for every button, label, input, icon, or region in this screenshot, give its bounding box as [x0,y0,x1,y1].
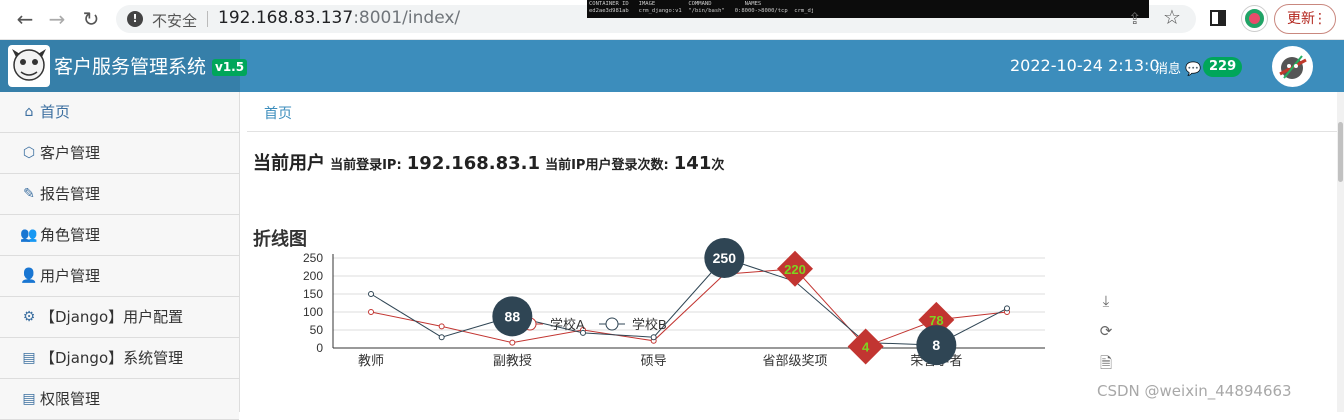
x-tick-label: 省部级奖项 [762,353,827,368]
edit-icon: ✎ [23,186,35,202]
sidebar-item-label: 客户管理 [40,144,101,162]
sidebar-item-home[interactable]: ⌂ 首页 [0,92,239,133]
data-point [509,339,516,346]
refresh-icon[interactable]: ⟳ [1097,322,1115,340]
y-tick-label: 200 [303,269,323,283]
sidebar-item-django-users[interactable]: ⚙ 【Django】用户配置 [0,297,239,338]
main-content: 首页 当前用户 当前登录IP: 192.168.83.1 当前IP用户登录次数:… [247,92,1337,412]
url-path: :8001/index/ [353,8,461,28]
legend-symbol [605,317,619,331]
users-icon: 👥 [20,227,38,243]
legend-label: 学校B [632,317,667,332]
download-icon[interactable]: ⤓ [1097,292,1115,310]
page-scrollbar[interactable] [1337,92,1344,412]
forward-button[interactable]: → [44,6,70,32]
sidebar-item-label: 首页 [40,103,71,121]
reload-button[interactable]: ↻ [78,6,104,32]
login-count-label: 当前IP用户登录次数: [545,158,669,173]
sidebar-item-label: 角色管理 [40,226,101,244]
marker-label: 250 [713,250,737,266]
legend-label: 学校A [550,317,585,332]
breadcrumb: 首页 [247,92,1337,132]
header-datetime: 2022-10-24 2:13:0 [1010,56,1160,75]
sidebar-item-permissions[interactable]: ▤ 权限管理 [0,379,239,420]
id-card-icon: ▤ [22,391,36,407]
current-user-info: 当前用户 当前登录IP: 192.168.83.1 当前IP用户登录次数: 14… [253,149,724,175]
avatar[interactable] [1272,46,1313,87]
sidebar-item-customers[interactable]: ⬡ 客户管理 [0,133,239,174]
sidebar-item-label: 报告管理 [40,185,101,203]
insecure-label[interactable]: 不安全 [152,10,197,31]
data-point [438,334,445,341]
y-tick-label: 100 [303,305,323,319]
data-point [1004,305,1010,312]
y-tick-label: 150 [303,287,323,301]
update-label: 更新 [1287,11,1315,27]
y-tick-label: 50 [310,323,324,337]
comment-icon: 💬 [1185,62,1202,77]
ip-label: 当前登录IP: [330,158,402,173]
update-button[interactable]: 更新 ⋮ [1274,4,1336,34]
warning-icon[interactable]: ! [127,11,143,27]
watermark: CSDN @weixin_44894663 [1097,382,1292,400]
app-header: 客户服务管理系统 v1.5 2022-10-24 2:13:0 消息 💬 229 [0,40,1344,92]
app-title: 客户服务管理系统 [54,56,207,78]
share-icon[interactable]: ⇪ [1128,9,1141,28]
line-chart: 050100150200250教师副教授硕导省部级奖项荣誉学者学校A学校B882… [303,238,1045,368]
y-tick-label: 0 [316,341,323,355]
sidebar-item-roles[interactable]: 👥 角色管理 [0,215,239,256]
terminal-header: CONTAINER ID IMAGE COMMAND NAMES [589,1,762,7]
login-count-unit: 次 [711,158,725,173]
breadcrumb-home[interactable]: 首页 [264,103,292,123]
messages-label: 消息 [1155,62,1182,77]
hexagon-icon: ⬡ [22,145,36,161]
ip-value: 192.168.83.1 [406,153,540,174]
sidebar-item-label: 用户管理 [40,267,101,285]
address-separator [207,11,208,27]
back-button[interactable]: ← [12,6,38,32]
more-icon: ⋮ [1313,11,1327,27]
login-count-value: 141 [673,153,712,174]
data-point [438,323,445,330]
x-tick-label: 硕导 [641,353,667,368]
current-user-heading: 当前用户 [253,153,325,174]
bookmark-star-icon[interactable]: ☆ [1163,5,1181,29]
x-tick-label: 副教授 [493,353,532,368]
data-point [368,309,374,315]
data-point [368,291,374,297]
y-tick-label: 250 [303,251,323,265]
series-line-1 [370,268,1008,348]
messages-link[interactable]: 消息 💬 [1155,58,1201,77]
user-plus-icon: 👤 [20,268,38,284]
gear-icon: ⚙ [22,309,36,325]
sidebar: ⌂ 首页 ⬡ 客户管理 ✎ 报告管理 👥 角色管理 👤 用户管理 ⚙ 【Djan… [0,92,240,420]
sidebar-item-django-system[interactable]: ▤ 【Django】系统管理 [0,338,239,379]
sidebar-item-reports[interactable]: ✎ 报告管理 [0,174,239,215]
data-view-icon[interactable]: 🗎 [1097,353,1115,372]
id-card-icon: ▤ [22,350,36,366]
profile-icon[interactable] [1242,6,1267,31]
terminal-row: ed2ae3d981ab crm_django:v1 "/bin/bash" 0… [589,8,815,14]
marker-label: 220 [784,262,806,277]
marker-label: 4 [862,340,870,355]
home-icon: ⌂ [24,104,34,120]
sidebar-item-label: 【Django】系统管理 [40,349,184,367]
x-tick-label: 教师 [358,353,384,368]
url-host: 192.168.83.137 [218,8,354,28]
messages-count-badge[interactable]: 229 [1203,57,1243,77]
side-panel-icon[interactable] [1210,10,1226,26]
browser-toolbar: ← → ↻ ! 不安全 192.168.83.137:8001/index/ C… [0,0,1344,40]
logo [8,45,50,87]
data-point [650,334,657,341]
sidebar-item-label: 【Django】用户配置 [40,308,184,326]
terminal-overlay: CONTAINER ID IMAGE COMMAND NAMES ed2ae3d… [587,0,1149,18]
marker-label: 88 [505,308,521,324]
url-text[interactable]: 192.168.83.137:8001/index/ [218,8,460,28]
sidebar-item-users[interactable]: 👤 用户管理 [0,256,239,297]
version-badge: v1.5 [212,59,248,76]
brand[interactable]: 客户服务管理系统 v1.5 [0,40,248,92]
sidebar-item-label: 权限管理 [40,390,101,408]
marker-label: 8 [932,337,940,353]
scroll-thumb[interactable] [1338,122,1343,182]
